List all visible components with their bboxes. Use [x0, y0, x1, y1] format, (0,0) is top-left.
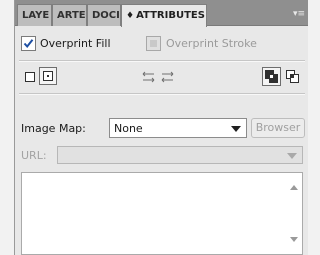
url-input[interactable]: [57, 146, 303, 164]
tab-layers[interactable]: LAYE: [17, 4, 52, 26]
scroll-up-icon[interactable]: [290, 185, 298, 190]
image-map-value: None: [114, 122, 143, 135]
checkmark-icon: [23, 39, 34, 49]
reverse-path-direction-off-icon[interactable]: [142, 70, 156, 87]
attributes-panel: LAYE ARTE DOCI ♦ ATTRIBUTES ▾≡ Overprint …: [14, 0, 308, 255]
browser-button-label: Browser: [255, 121, 301, 134]
tab-artboards[interactable]: ARTE: [52, 4, 87, 26]
tab-layers-label: LAYE: [22, 10, 50, 21]
use-even-odd-fill-icon[interactable]: [285, 69, 300, 87]
tab-attributes[interactable]: ♦ ATTRIBUTES: [121, 4, 207, 27]
tab-document-info-label: DOCI: [92, 10, 120, 21]
scroll-down-icon[interactable]: [290, 237, 298, 242]
chevron-down-icon: [231, 126, 241, 132]
tab-artboards-label: ARTE: [57, 10, 86, 21]
use-non-zero-winding-fill-icon[interactable]: [262, 67, 281, 89]
chevron-down-icon: [287, 153, 297, 159]
panel-menu-icon[interactable]: ▾≡: [292, 7, 306, 21]
separator: [19, 93, 305, 95]
browser-button[interactable]: Browser: [251, 118, 305, 138]
url-label: URL:: [21, 149, 47, 162]
overprint-row: Overprint Fill Overprint Stroke: [15, 34, 308, 54]
show-center-off-icon[interactable]: [24, 70, 38, 87]
overprint-stroke-label: Overprint Stroke: [166, 37, 257, 50]
notes-scrollbar[interactable]: [286, 173, 302, 254]
overprint-fill-checkbox[interactable]: [21, 36, 36, 51]
reverse-path-direction-on-icon[interactable]: [160, 70, 174, 87]
separator: [19, 60, 305, 62]
tab-document-info[interactable]: DOCI: [87, 4, 121, 26]
image-map-select[interactable]: None: [109, 118, 247, 138]
overprint-fill-label: Overprint Fill: [40, 37, 111, 50]
tab-attributes-label: ATTRIBUTES: [136, 10, 205, 21]
overprint-stroke-checkbox[interactable]: [146, 36, 161, 51]
image-map-label: Image Map:: [21, 122, 86, 135]
panel-tab-strip: LAYE ARTE DOCI ♦ ATTRIBUTES ▾≡: [15, 0, 308, 27]
notes-textarea[interactable]: [21, 172, 303, 255]
tab-attributes-arrows-icon: ♦: [126, 11, 135, 21]
show-center-on-icon[interactable]: [39, 67, 57, 88]
